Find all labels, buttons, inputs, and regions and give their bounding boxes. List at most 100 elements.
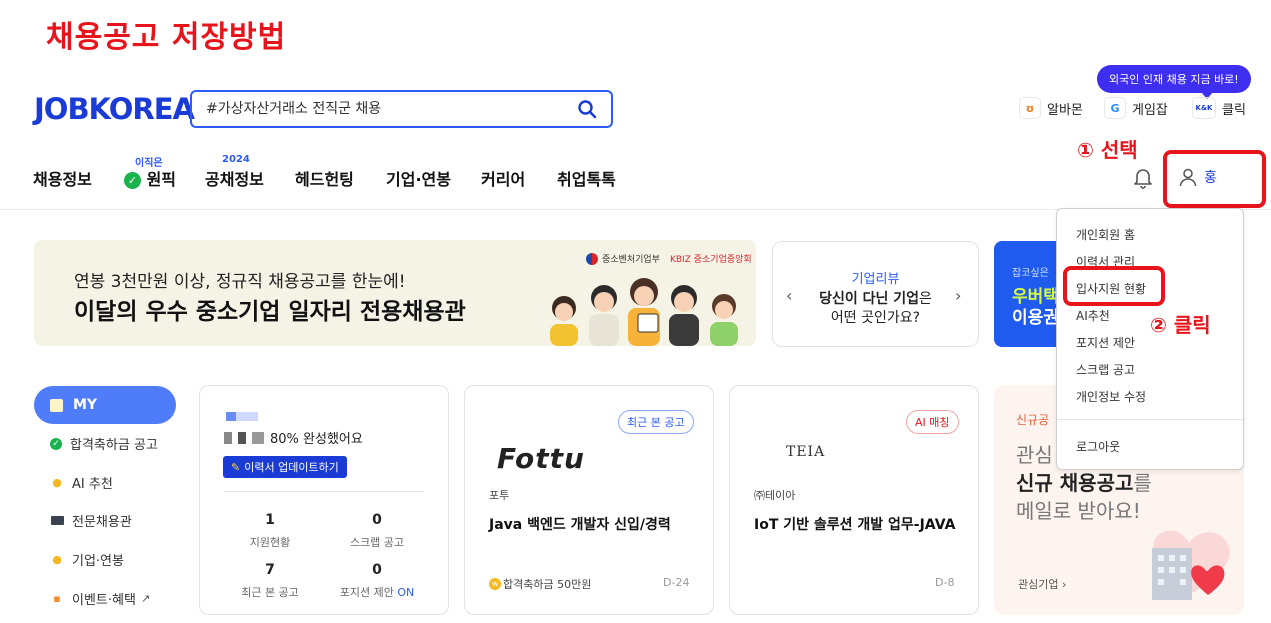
tutorial-title: 채용공고 저장방법: [46, 20, 287, 55]
nav-talk[interactable]: 취업톡톡: [557, 166, 616, 190]
ai-matching-tag: AI 매칭: [906, 410, 959, 434]
banner-logo2: KBIZ 중소기업중앙회: [669, 255, 752, 265]
review-line1-bold: 당신이 다닌 기업: [819, 291, 920, 307]
review-line1: 당신이 다닌 기업은: [773, 288, 978, 308]
service-label: 알바몬: [1047, 102, 1083, 118]
monitor-icon: [50, 514, 64, 528]
user-dropdown-menu: 개인회원 홈 이력서 관리 입사지원 현황 AI추천 포지션 제안 스크랩 공고…: [1056, 208, 1244, 470]
profile-completion: 80% 완성했어요: [224, 428, 363, 447]
chevron-left-icon[interactable]: ‹: [786, 286, 792, 305]
nav-sup: 이직은: [135, 158, 163, 169]
update-resume-button[interactable]: ✎ 이력서 업데이트하기: [223, 456, 347, 478]
jobkorea-logo[interactable]: JOBKOREA: [34, 92, 195, 126]
interest-line3: 메일로 받아요!: [1016, 499, 1141, 523]
klik-icon: K&K: [1192, 97, 1216, 119]
sidebar-my[interactable]: MY: [34, 386, 176, 424]
gov-emblem-icon: [586, 252, 598, 265]
review-line2: 어떤 곳인가요?: [830, 310, 921, 326]
review-line1-rest: 은: [919, 291, 932, 307]
bonus-text: 합격축하금 50만원: [503, 578, 592, 591]
search-icon[interactable]: [577, 99, 597, 119]
annotation-step2: ② 클릭: [1150, 313, 1211, 337]
stat-label: 스크랩 공고: [349, 536, 405, 549]
completion-text: 80% 완성했어요: [270, 432, 363, 447]
company-review-card[interactable]: 기업리뷰 당신이 다닌 기업은 어떤 곳인가요? ‹ ›: [772, 241, 979, 347]
stat-value: 1: [265, 512, 275, 528]
promo-badge[interactable]: 외국인 인재 채용 지금 바로!: [1097, 65, 1251, 99]
bell-icon[interactable]: [1133, 167, 1153, 189]
interest-link[interactable]: 관심기업 ›: [1018, 576, 1066, 592]
job-card[interactable]: AI 매칭 TEIA ㈜테이아 IoT 기반 솔루션 개발 업무-JAVA D-…: [729, 385, 979, 615]
banner-logos: 중소벤처기업부 KBIZ 중소기업중앙회: [586, 252, 752, 265]
nav-career[interactable]: 커리어: [481, 166, 525, 190]
d-day: D-24: [663, 576, 690, 589]
profile-divider: [224, 491, 424, 492]
menu-item-edit-profile[interactable]: 개인정보 수정: [1076, 388, 1146, 405]
stat-label-text: 포지션 제안: [339, 586, 394, 599]
sidebar-item-ai[interactable]: ● AI 추천: [50, 473, 113, 492]
company-logo-teia: TEIA: [786, 444, 826, 460]
stat-applications[interactable]: 1 지원현황: [220, 512, 320, 550]
chevron-right-icon[interactable]: ›: [955, 286, 961, 305]
stat-value: 0: [372, 512, 382, 528]
sidebar-item-bonus[interactable]: ✓ 합격축하금 공고: [50, 434, 158, 453]
nav-jobs[interactable]: 채용정보: [33, 166, 92, 190]
menu-item-ai-recommend[interactable]: AI추천: [1076, 307, 1110, 324]
recent-view-tag: 최근 본 공고: [618, 410, 694, 434]
promo-banner[interactable]: 연봉 3천만원 이상, 정규직 채용공고를 한눈에! 이달의 우수 중소기업 일…: [34, 240, 756, 346]
sidebar-my-label: MY: [73, 397, 98, 413]
search-bar[interactable]: [190, 90, 613, 128]
service-albamon[interactable]: ʊ 알바몬: [1019, 97, 1083, 119]
search-input[interactable]: [206, 101, 577, 117]
interest-line2-bold: 신규 채용공고: [1016, 471, 1134, 495]
annotation-box-user: [1163, 150, 1266, 208]
logo-text: JOBKOREA: [34, 92, 195, 126]
stat-position[interactable]: 0 포지션 제안 ON: [327, 562, 427, 600]
nav-label: 공채정보: [205, 170, 264, 189]
albamon-icon: ʊ: [1019, 97, 1041, 119]
ad-line2: 이용권: [1012, 308, 1059, 328]
service-gamejob[interactable]: G 게임잡: [1104, 97, 1168, 119]
money-bag-icon: ●: [52, 553, 62, 566]
people-illustration: [550, 278, 738, 346]
bonus-label: w 합격축하금 50만원: [489, 576, 591, 592]
stat-scrap[interactable]: 0 스크랩 공고: [327, 512, 427, 550]
job-card[interactable]: 최근 본 공고 Fottu 포투 Java 백엔드 개발자 신입/경력 w 합격…: [464, 385, 714, 615]
banner-logo1: 중소벤처기업부: [602, 255, 660, 265]
building-heart-illustration: [1152, 530, 1230, 600]
sidebar-item-salary[interactable]: ● 기업·연봉: [50, 550, 124, 569]
sidebar-item-event[interactable]: ▪ 이벤트·혜택 ↗: [50, 589, 150, 608]
nav-company-salary[interactable]: 기업·연봉: [386, 166, 451, 190]
sidebar-item-label: AI 추천: [72, 477, 113, 492]
stat-label: 최근 본 공고: [241, 586, 299, 599]
blurred-name: [226, 406, 266, 421]
nav-onepick[interactable]: 이직은 ✓ 원픽: [124, 158, 177, 190]
stat-label: 지원현황: [249, 536, 291, 549]
gamejob-icon: G: [1104, 97, 1126, 119]
interest-line2-rest: 를: [1133, 471, 1152, 495]
pencil-icon: ✎: [231, 460, 241, 474]
interest-small: 신규공: [1016, 413, 1050, 427]
coin-icon: w: [489, 578, 501, 590]
service-label: 클릭: [1222, 102, 1246, 118]
stat-recent[interactable]: 7 최근 본 공고: [220, 562, 320, 600]
job-title: IoT 기반 솔루션 개발 업무-JAVA: [754, 517, 956, 533]
nav-label: 원픽: [146, 170, 177, 189]
job-title: Java 백엔드 개발자 신입/경력: [489, 517, 671, 533]
menu-item-home[interactable]: 개인회원 홈: [1076, 226, 1135, 243]
menu-item-scrap[interactable]: 스크랩 공고: [1076, 361, 1135, 378]
ad-small: 잡코싶은: [1012, 268, 1049, 279]
home-icon: [50, 398, 63, 412]
company-logo-fottu: Fottu: [497, 442, 585, 475]
nav-gongchae[interactable]: 2024 공채정보: [205, 154, 264, 190]
menu-item-position-offer[interactable]: 포지션 제안: [1076, 334, 1135, 351]
update-resume-label: 이력서 업데이트하기: [244, 461, 339, 474]
company-name: 포투: [489, 489, 510, 502]
check-badge-icon: ✓: [50, 437, 62, 450]
menu-item-logout[interactable]: 로그아웃: [1076, 438, 1120, 455]
gift-icon: ▪: [53, 592, 61, 605]
service-klik[interactable]: K&K 클릭: [1192, 97, 1246, 119]
profile-card: 80% 완성했어요 ✎ 이력서 업데이트하기 1 지원현황 0 스크랩 공고 7…: [199, 385, 449, 615]
nav-headhunting[interactable]: 헤드헌팅: [295, 166, 354, 190]
sidebar-item-pro[interactable]: 전문채용관: [50, 511, 132, 530]
